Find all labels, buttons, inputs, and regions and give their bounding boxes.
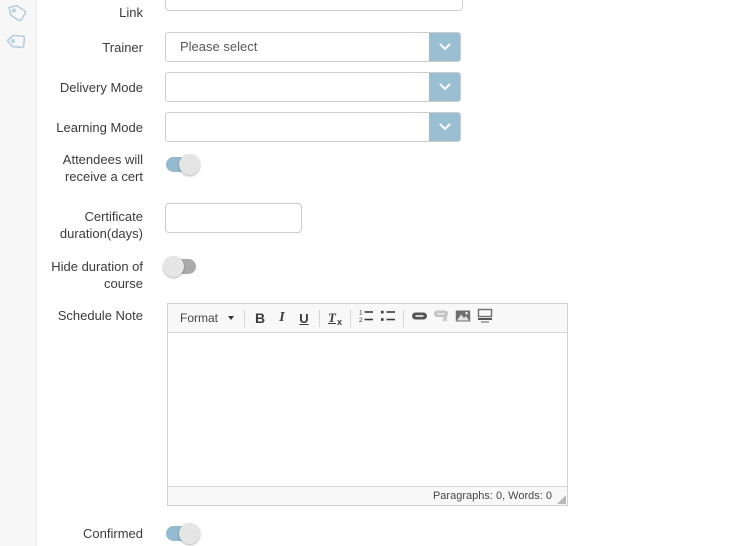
- underline-icon: U: [299, 311, 308, 326]
- svg-text:1: 1: [359, 310, 363, 317]
- horizontal-line-icon: [477, 308, 493, 328]
- trainer-select[interactable]: Please select: [165, 32, 461, 62]
- bulleted-list-icon: [380, 308, 396, 328]
- toolbar-separator: [244, 310, 245, 327]
- word-count-text: Paragraphs: 0, Words: 0: [433, 490, 552, 502]
- bold-icon: B: [255, 310, 265, 326]
- delivery-mode-select[interactable]: [165, 72, 461, 102]
- certificate-duration-input[interactable]: [165, 203, 302, 233]
- toolbar-separator: [350, 310, 351, 327]
- delivery-mode-select-button[interactable]: [429, 73, 460, 101]
- horizontal-line-button[interactable]: [474, 307, 496, 329]
- remove-format-icon: T: [328, 310, 336, 326]
- toolbar-separator: [403, 310, 404, 327]
- editor-toolbar: Format B I U Tx 1 2: [168, 304, 567, 333]
- link-button[interactable]: [408, 307, 430, 329]
- attendees-cert-label: Attendees will receive a cert: [38, 151, 143, 185]
- confirmed-label: Confirmed: [38, 525, 143, 542]
- toggle-knob: [163, 256, 184, 277]
- italic-button[interactable]: I: [271, 307, 293, 329]
- image-icon: [455, 309, 471, 328]
- remove-format-button[interactable]: Tx: [324, 307, 346, 329]
- left-sidebar: [0, 0, 37, 546]
- trainer-select-button[interactable]: [429, 33, 460, 61]
- resize-grip[interactable]: [557, 495, 566, 504]
- delivery-mode-label: Delivery Mode: [38, 79, 143, 96]
- trainer-label: Trainer: [38, 39, 143, 56]
- format-dropdown-label: Format: [180, 311, 220, 325]
- caret-down-icon: [228, 316, 234, 320]
- confirmed-toggle[interactable]: [166, 522, 203, 545]
- hide-duration-label: Hide duration of course: [38, 258, 143, 292]
- editor-status-bar: Paragraphs: 0, Words: 0: [168, 486, 567, 505]
- chevron-down-icon: [439, 38, 451, 56]
- learning-mode-select-button[interactable]: [429, 113, 460, 141]
- toolbar-separator: [319, 310, 320, 327]
- tag-icon[interactable]: [5, 28, 32, 55]
- image-button[interactable]: [452, 307, 474, 329]
- toggle-knob: [179, 523, 200, 544]
- link-icon: [411, 309, 428, 327]
- underline-button[interactable]: U: [293, 307, 315, 329]
- attendees-cert-toggle[interactable]: [166, 153, 203, 176]
- tag-icon[interactable]: [7, 2, 30, 25]
- link-label: Link: [38, 4, 143, 21]
- format-dropdown[interactable]: Format: [176, 307, 238, 329]
- learning-mode-label: Learning Mode: [38, 119, 143, 136]
- bulleted-list-button[interactable]: [377, 307, 399, 329]
- certificate-duration-label: Certificate duration(days): [38, 208, 143, 242]
- numbered-list-icon: 1 2: [358, 308, 374, 328]
- rich-text-editor: Format B I U Tx 1 2: [167, 303, 568, 506]
- unlink-icon: [433, 309, 450, 327]
- chevron-down-icon: [439, 118, 451, 136]
- svg-text:2: 2: [359, 317, 363, 323]
- schedule-note-label: Schedule Note: [38, 307, 143, 324]
- chevron-down-icon: [439, 78, 451, 96]
- editor-content[interactable]: [168, 333, 567, 486]
- numbered-list-button[interactable]: 1 2: [355, 307, 377, 329]
- form-page: Link Trainer Please select Delivery Mode…: [0, 0, 735, 546]
- learning-mode-select[interactable]: [165, 112, 461, 142]
- remove-format-icon-x: x: [337, 317, 342, 327]
- link-input[interactable]: [165, 0, 463, 11]
- bold-button[interactable]: B: [249, 307, 271, 329]
- unlink-button[interactable]: [430, 307, 452, 329]
- trainer-select-value: Please select: [180, 33, 426, 61]
- hide-duration-toggle[interactable]: [166, 255, 203, 278]
- italic-icon: I: [279, 310, 284, 326]
- toggle-knob: [179, 154, 200, 175]
